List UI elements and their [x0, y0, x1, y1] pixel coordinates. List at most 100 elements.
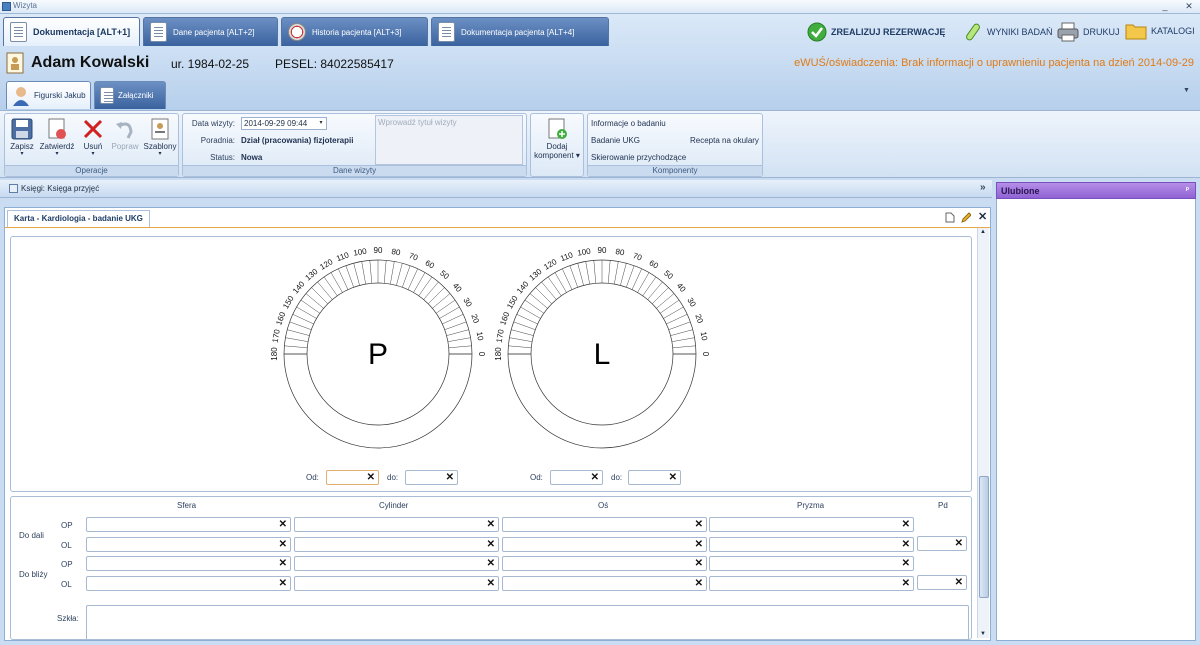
close-doc-icon[interactable]: ✕	[978, 210, 987, 223]
pin-icon[interactable]: ᵖ	[1186, 185, 1189, 194]
clear-icon[interactable]: ✕	[367, 471, 375, 484]
near-op-cylinder-input[interactable]: ✕	[294, 556, 499, 571]
col-sphere: Sfera	[177, 501, 197, 510]
test-results-button[interactable]: WYNIKI BADAŃ	[963, 22, 1053, 42]
clear-icon[interactable]: ✕	[902, 518, 910, 531]
doctor-icon	[13, 86, 29, 106]
near-op-axis-input[interactable]: ✕	[502, 556, 707, 571]
tab-dokumentacja-pacjenta[interactable]: Dokumentacja pacjenta [ALT+4]	[431, 17, 609, 46]
component-glasses-link[interactable]: Recepta na okulary	[690, 136, 759, 145]
near-op-prism-input[interactable]: ✕	[709, 556, 914, 571]
near-pd-input[interactable]: ✕	[917, 575, 967, 590]
far-op-sphere-input[interactable]: ✕	[86, 517, 291, 532]
close-window-button[interactable]: ✕	[1182, 0, 1196, 13]
approve-button[interactable]: Zatwierdź ▾	[39, 118, 75, 157]
clear-icon[interactable]: ✕	[695, 518, 703, 531]
clear-icon[interactable]: ✕	[487, 577, 495, 590]
clear-icon[interactable]: ✕	[695, 557, 703, 570]
visit-title-input[interactable]: Wprowadź tytuł wizyty	[375, 115, 523, 165]
left-eye-from-label: Od:	[530, 473, 543, 482]
visit-title-placeholder: Wprowadź tytuł wizyty	[378, 118, 457, 127]
left-eye-to-input[interactable]: ✕	[628, 470, 681, 485]
add-component-button[interactable]: Dodaj komponent ▾	[533, 118, 581, 160]
near-op-sphere-input[interactable]: ✕	[86, 556, 291, 571]
component-referral-link[interactable]: Skierowanie przychodzące	[591, 153, 686, 162]
edit-pencil-icon[interactable]	[961, 212, 971, 223]
tab-historia-pacjenta[interactable]: Historia pacjenta [ALT+3]	[281, 17, 428, 46]
far-ol-axis-input[interactable]: ✕	[502, 537, 707, 552]
far-ol-prism-input[interactable]: ✕	[709, 537, 914, 552]
doc-tab-ukg[interactable]: Karta - Kardiologia - badanie UKG	[7, 210, 150, 227]
clear-icon[interactable]: ✕	[902, 538, 910, 551]
tab-dane-pacjenta[interactable]: Dane pacjenta [ALT+2]	[143, 17, 278, 46]
clear-icon[interactable]: ✕	[279, 577, 287, 590]
near-ol-axis-input[interactable]: ✕	[502, 576, 707, 591]
tab-dokumentacja[interactable]: Dokumentacja [ALT+1]	[3, 17, 140, 46]
new-document-icon[interactable]	[945, 212, 955, 223]
clear-icon[interactable]: ✕	[695, 577, 703, 590]
component-ukg-link[interactable]: Badanie UKG	[591, 136, 640, 145]
clear-icon[interactable]: ✕	[279, 518, 287, 531]
component-info-link[interactable]: Informacje o badaniu	[591, 119, 666, 128]
col-cylinder: Cylinder	[379, 501, 409, 510]
vertical-scrollbar[interactable]: ▲ ▼	[977, 228, 989, 638]
near-ol-cylinder-input[interactable]: ✕	[294, 576, 499, 591]
clear-icon[interactable]: ✕	[955, 576, 963, 589]
minimize-button[interactable]: _	[1158, 0, 1172, 13]
scroll-down-icon[interactable]: ▼	[980, 631, 986, 637]
lenses-textarea[interactable]	[86, 605, 969, 639]
near-ol-sphere-input[interactable]: ✕	[86, 576, 291, 591]
books-label[interactable]: Księgi: Księga przyjęć	[21, 184, 99, 193]
left-eye-from-input[interactable]: ✕	[550, 470, 603, 485]
clear-icon[interactable]: ✕	[902, 577, 910, 590]
clear-icon[interactable]: ✕	[669, 471, 677, 484]
far-op-axis-input[interactable]: ✕	[502, 517, 707, 532]
save-button[interactable]: Zapisz ▾	[7, 118, 37, 157]
clear-icon[interactable]: ✕	[487, 518, 495, 531]
clear-icon[interactable]: ✕	[695, 538, 703, 551]
right-eye-to-input[interactable]: ✕	[405, 470, 458, 485]
far-ol-cylinder-input[interactable]: ✕	[294, 537, 499, 552]
subtab-figurski-jakub[interactable]: Figurski Jakub	[6, 81, 91, 109]
delete-button[interactable]: Usuń ▾	[78, 118, 108, 157]
lenses-label: Szkła:	[57, 614, 79, 623]
visit-date-field[interactable]: 2014-09-29 09:44 ▾	[241, 117, 327, 130]
templates-button[interactable]: Szablony ▾	[142, 118, 178, 157]
right-eye-from-input[interactable]: ✕	[326, 470, 379, 485]
collapse-ribbon-icon[interactable]: ▼	[1183, 87, 1190, 94]
scroll-up-icon[interactable]: ▲	[980, 229, 986, 235]
ribbon: Zapisz ▾ Zatwierdź ▾ Usuń ▾ Popraw Szablony…	[0, 110, 1200, 178]
fix-button[interactable]: Popraw	[110, 118, 140, 151]
eye-diagram-section: 180 170 160 150 140 130 120 110 100 90 80 70 60 50 40 3…	[10, 236, 972, 492]
collapse-books-icon[interactable]: »	[980, 182, 986, 193]
floppy-icon	[11, 118, 33, 140]
clear-icon[interactable]: ✕	[487, 557, 495, 570]
degree-label: 90	[598, 246, 607, 255]
components-group-label: Komponenty	[588, 165, 762, 176]
tab-label: Dane pacjenta [ALT+2]	[173, 27, 255, 37]
clear-icon[interactable]: ✕	[955, 537, 963, 550]
far-pd-input[interactable]: ✕	[917, 536, 967, 551]
clear-icon[interactable]: ✕	[902, 557, 910, 570]
clear-icon[interactable]: ✕	[591, 471, 599, 484]
scroll-thumb[interactable]	[979, 476, 989, 598]
print-button[interactable]: DRUKUJ	[1057, 22, 1120, 42]
col-axis: Oś	[598, 501, 609, 510]
degree-label: 90	[374, 246, 383, 255]
clear-icon[interactable]: ✕	[487, 538, 495, 551]
far-op-prism-input[interactable]: ✕	[709, 517, 914, 532]
catalogs-button[interactable]: KATALOGI	[1125, 22, 1195, 40]
far-ol-sphere-input[interactable]: ✕	[86, 537, 291, 552]
clear-icon[interactable]: ✕	[279, 538, 287, 551]
clear-icon[interactable]: ✕	[279, 557, 287, 570]
near-op-label: OP	[61, 560, 73, 569]
eye-diagram-image: 180 170 160 150 140 130 120 110 100 90 80 70 60 50 40 3…	[265, 239, 716, 464]
far-op-cylinder-input[interactable]: ✕	[294, 517, 499, 532]
clear-icon[interactable]: ✕	[446, 471, 454, 484]
patient-card-icon	[150, 22, 167, 42]
subtab-zalaczniki[interactable]: Załączniki	[94, 81, 166, 109]
realize-reservation-button[interactable]: ZREALIZUJ REZERWACJĘ	[807, 22, 945, 42]
near-ol-prism-input[interactable]: ✕	[709, 576, 914, 591]
test-tube-icon	[966, 23, 980, 41]
dropdown-arrow-icon[interactable]: ▾	[316, 118, 326, 129]
